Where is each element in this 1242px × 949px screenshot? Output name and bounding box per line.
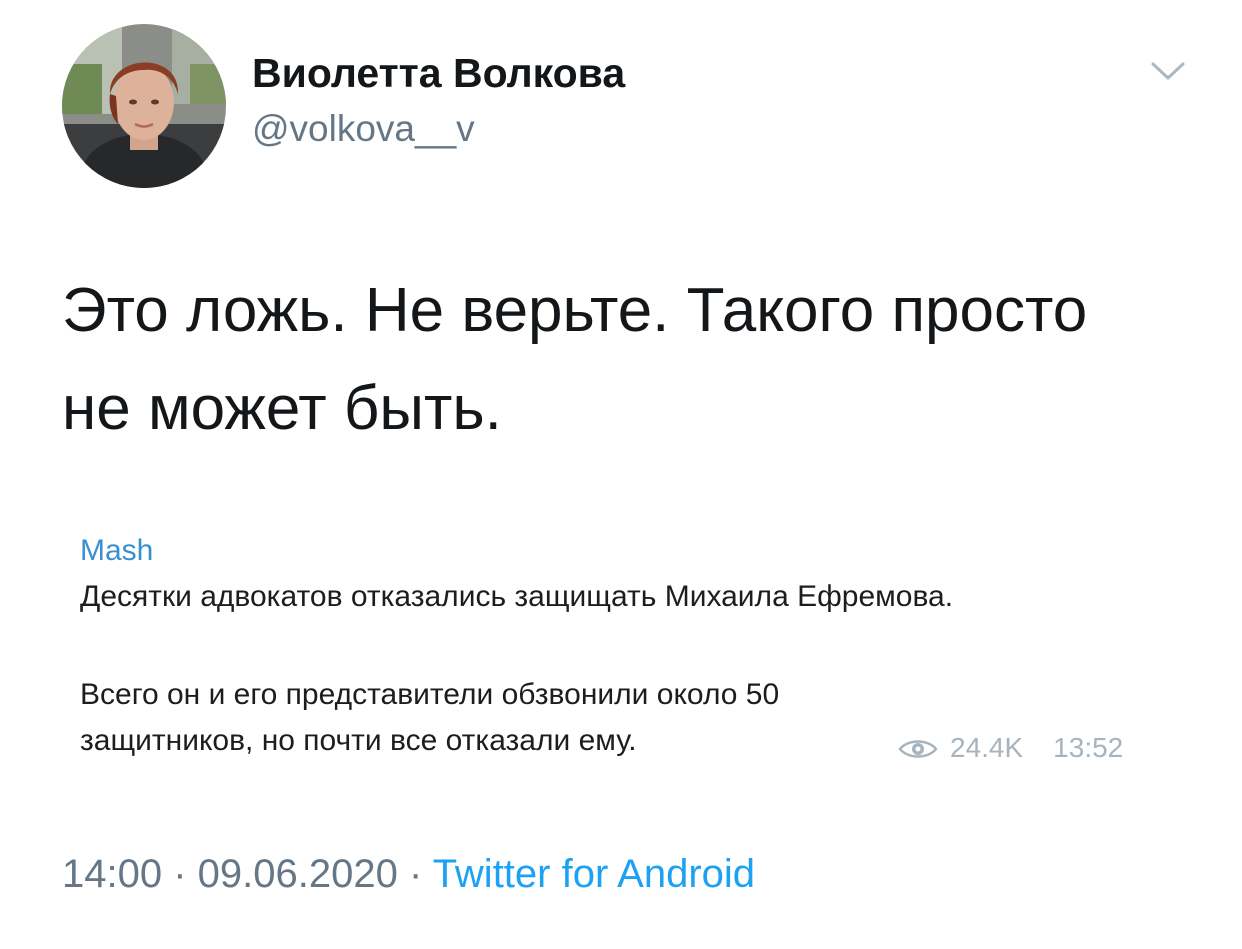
footer-separator: · [162, 852, 198, 896]
tweet-card: Виолетта Волкова @volkova__v Это ложь. Н… [0, 0, 1242, 949]
tweet-footer: 14:00 · 09.06.2020 · Twitter for Android [62, 852, 755, 897]
tweet-text-line: не может быть. [62, 374, 502, 443]
embed-time: 13:52 [1053, 732, 1124, 763]
footer-separator: · [397, 852, 433, 896]
embed-view-count: 24.4K [950, 732, 1024, 763]
embed-meta: 24.4K 13:52 [898, 732, 1123, 764]
embed-channel-name: Mash [80, 534, 154, 567]
tweet-text: Это ложь. Не верьте. Такого просто не мо… [62, 262, 1202, 458]
author-name[interactable]: Виолетта Волкова [252, 50, 625, 97]
embed-body: Всего он и его представители обзвонили о… [80, 672, 779, 764]
tweet-text-line: Это ложь. Не верьте. Такого просто [62, 276, 1088, 345]
embed-body-line: Всего он и его представители обзвонили о… [80, 678, 780, 711]
author-handle[interactable]: @volkova__v [252, 108, 475, 150]
chevron-down-icon[interactable] [1148, 58, 1188, 84]
embed-headline: Десятки адвокатов отказались защищать Ми… [80, 580, 954, 613]
tweet-date[interactable]: 09.06.2020 [198, 852, 398, 896]
avatar[interactable] [62, 24, 226, 188]
embed-body-line: защитников, но почти все отказали ему. [80, 724, 637, 757]
tweet-time[interactable]: 14:00 [62, 852, 162, 896]
eye-icon [898, 736, 938, 760]
embedded-screenshot[interactable]: Mash Десятки адвокатов отказались защища… [62, 512, 1180, 812]
tweet-source-link[interactable]: Twitter for Android [433, 852, 755, 896]
